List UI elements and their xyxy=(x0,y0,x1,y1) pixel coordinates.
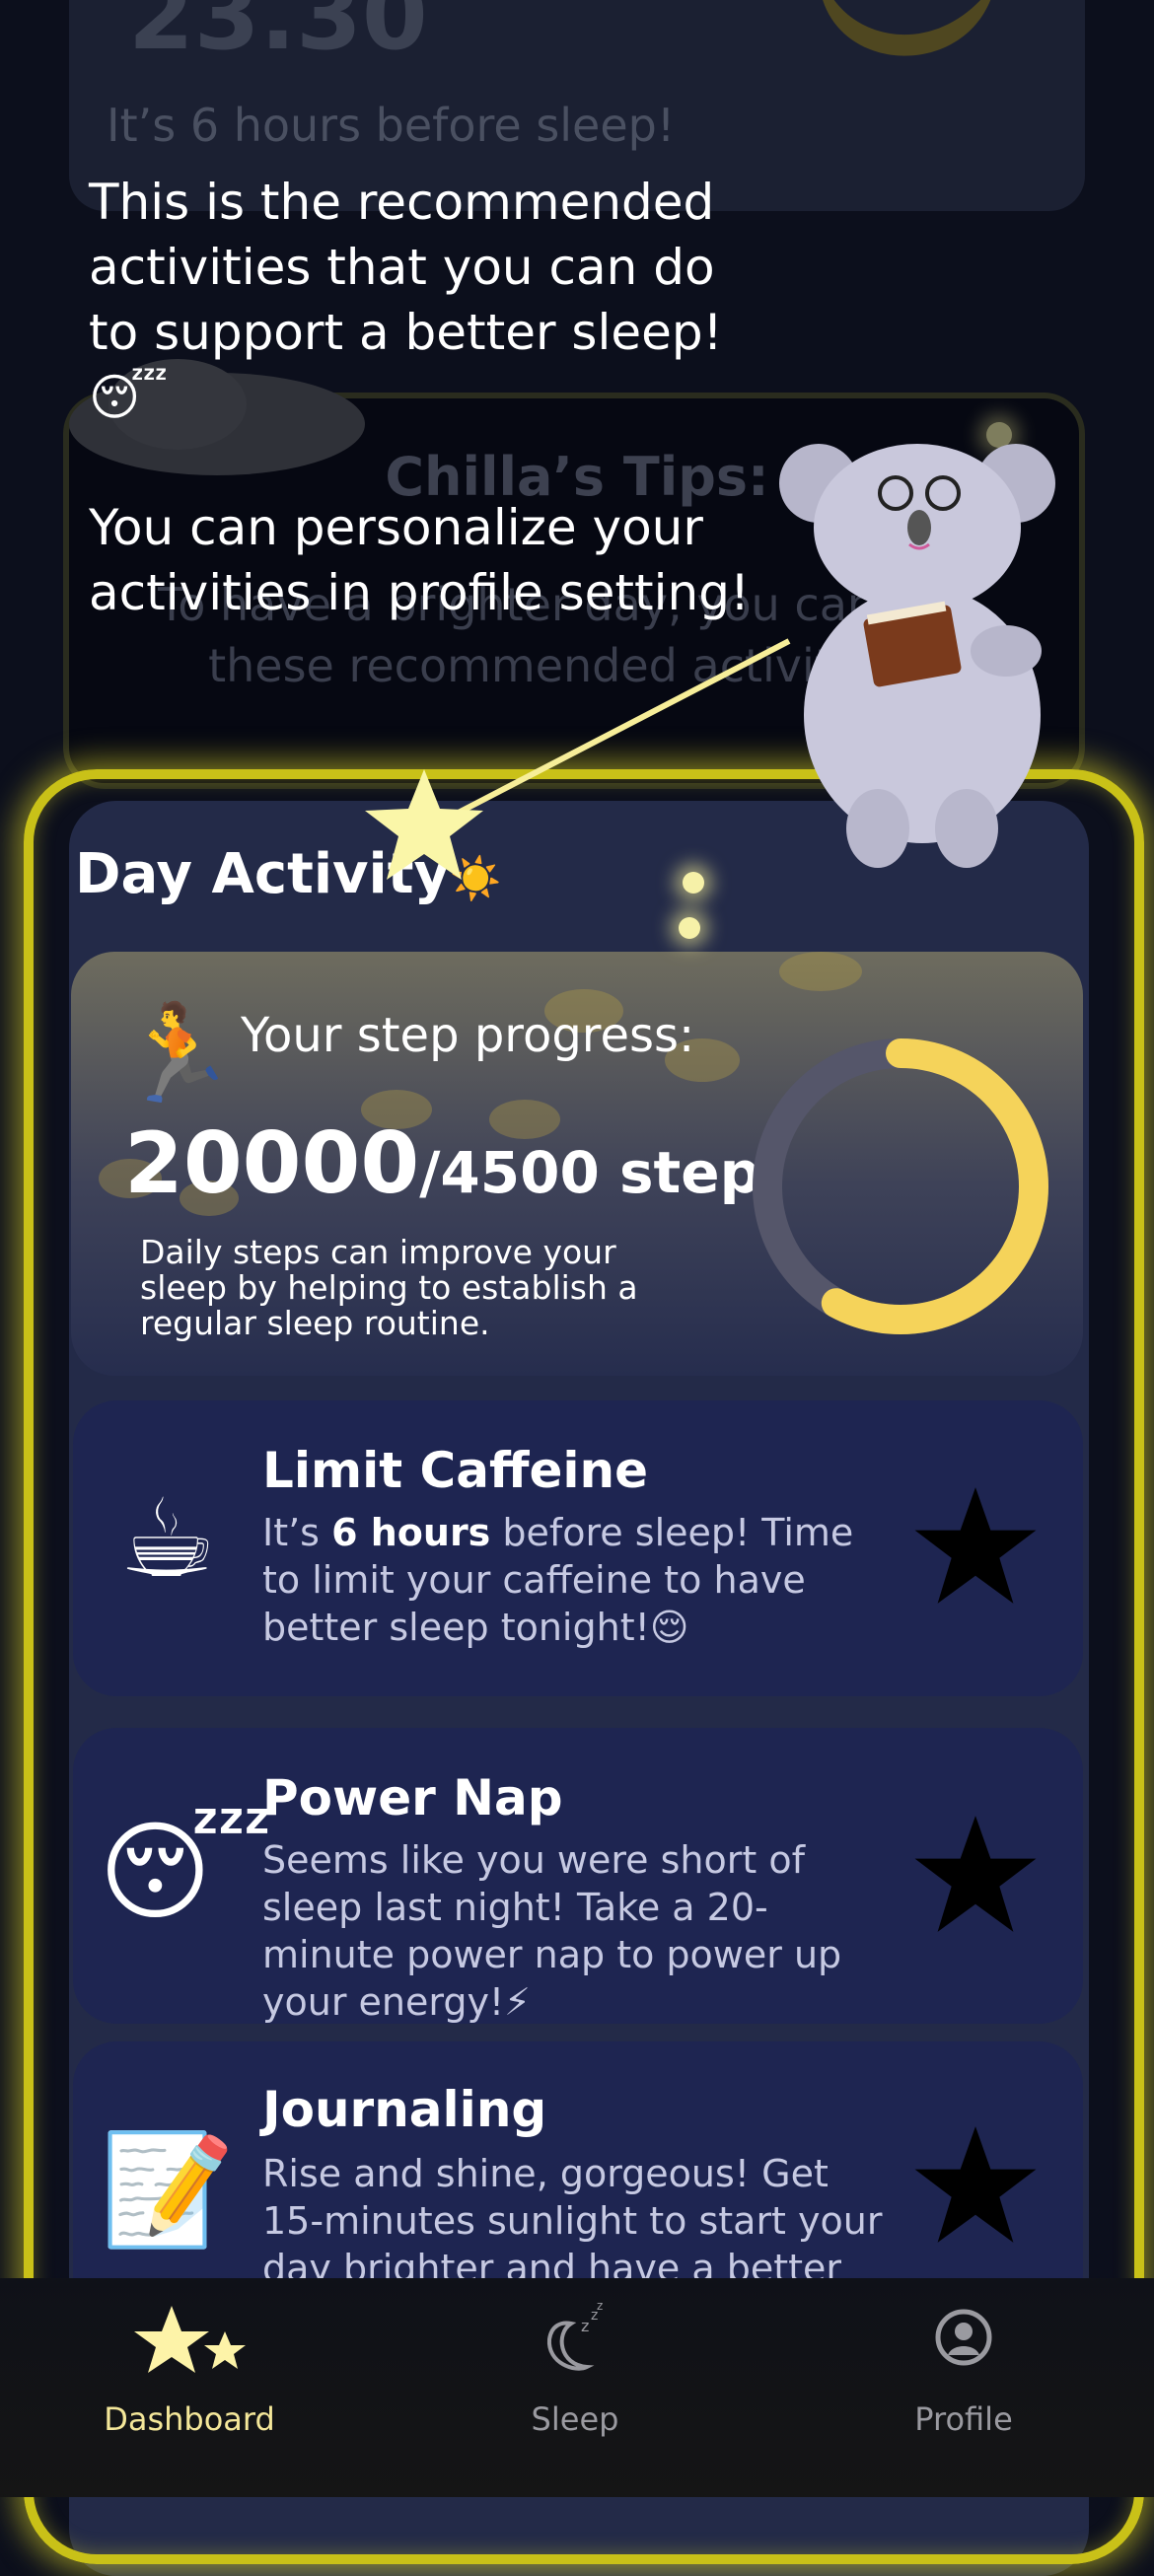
step-progress-label: Your step progress: xyxy=(241,1008,695,1063)
nav-label: Sleep xyxy=(531,2400,619,2438)
nav-sleep[interactable]: z z z Sleep xyxy=(427,2298,723,2438)
onboarding-line-1: This is the recommended activities that … xyxy=(89,174,723,426)
steps-current: 20000 xyxy=(124,1114,420,1213)
journal-pencil-icon: 📝 xyxy=(100,2126,236,2253)
activity-title: Power Nap xyxy=(262,1769,563,1826)
hours-before-sleep: It’s 6 hours before sleep! xyxy=(107,99,676,152)
steps-goal: /4500 step xyxy=(419,1139,761,1206)
koala-mascot-icon xyxy=(779,444,1055,868)
activity-title: Journaling xyxy=(262,2081,547,2138)
nav-label: Dashboard xyxy=(104,2400,275,2438)
favorite-star-icon[interactable] xyxy=(912,2123,1039,2246)
moon-icon xyxy=(823,0,990,56)
countdown-time: 23.30 xyxy=(128,0,428,71)
step-count: 20000/4500 step xyxy=(124,1114,760,1213)
stars-icon xyxy=(134,2306,246,2373)
profile-icon xyxy=(935,2309,992,2366)
sun-icon: ☀️ xyxy=(450,854,502,902)
onboarding-line-2: You can personalize your activities in p… xyxy=(89,499,750,621)
nav-label: Profile xyxy=(914,2400,1013,2438)
sleeping-face-icon: 😴 xyxy=(99,1809,273,1935)
sparkle-dot xyxy=(679,917,700,939)
activity-title: Limit Caffeine xyxy=(262,1442,649,1499)
activity-text-bold: 6 hours xyxy=(331,1511,491,1554)
nav-dashboard[interactable]: Dashboard xyxy=(41,2298,337,2438)
favorite-star-icon[interactable] xyxy=(912,1484,1039,1607)
activity-text-pre: It’s xyxy=(262,1511,332,1554)
svg-text:z: z xyxy=(581,2317,589,2335)
svg-text:z: z xyxy=(597,2299,603,2313)
day-activity-title-text: Day Activity xyxy=(75,842,451,906)
onboarding-message: This is the recommended activities that … xyxy=(89,170,779,625)
activity-text: Seems like you were short of sleep last … xyxy=(262,1838,842,2024)
sparkle-dot xyxy=(683,872,704,894)
coffee-cup-icon: ☕ xyxy=(118,1475,217,1602)
nav-profile[interactable]: Profile xyxy=(816,2298,1112,2438)
activity-text: It’s 6 hours before sleep! Time to limit… xyxy=(262,1509,894,1651)
day-activity-title: Day Activity☀️ xyxy=(75,842,501,906)
step-progress-ring xyxy=(753,1038,1048,1334)
step-description: Daily steps can improve your sleep by he… xyxy=(140,1233,638,1342)
moon-zzz-icon: z z z xyxy=(546,2299,603,2371)
runner-icon: 🏃 xyxy=(118,998,237,1109)
favorite-star-icon[interactable] xyxy=(912,1813,1039,1935)
